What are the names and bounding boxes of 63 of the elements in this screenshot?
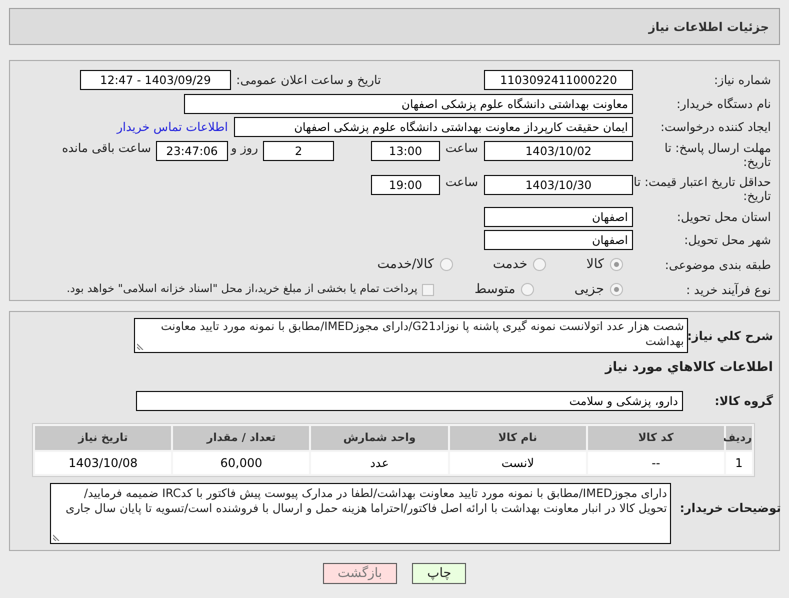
radio-button[interactable] bbox=[440, 258, 453, 271]
treasury-note: پرداخت تمام یا بخشی از مبلغ خرید،از محل "اسناد خزانه اسلامی" خواهد بود. bbox=[66, 281, 418, 298]
description-field[interactable]: شصت هزار عدد اتولانست نمونه گیری پاشنه پا نوزادG21/دارای مجوزIMED/مطابق با نمونه مورد تایید معاونت بهداشت bbox=[134, 318, 688, 353]
radio-button[interactable] bbox=[521, 283, 534, 296]
field-label: گروه کالا: bbox=[714, 394, 773, 408]
field-label: طبقه بندی موضوعی: bbox=[664, 258, 771, 272]
goods-group-field[interactable]: دارو، پزشکی و سلامت bbox=[136, 391, 683, 411]
radio-button[interactable] bbox=[610, 283, 623, 296]
validity-time-field[interactable]: 19:00 bbox=[371, 175, 440, 195]
option-label: جزیی bbox=[574, 280, 604, 299]
option-label: کالا/خدمت bbox=[377, 256, 434, 274]
field-label: حداقل تاریخ اعتبار قیمت: تا تاریخ: bbox=[633, 175, 771, 203]
resize-grip-icon[interactable] bbox=[137, 343, 144, 350]
table-cell: 1 bbox=[726, 452, 752, 474]
buyer-org-field[interactable]: معاونت بهداشتی دانشگاه علوم پزشکی اصفهان bbox=[184, 94, 633, 114]
table-cell: لانست bbox=[450, 452, 586, 474]
buyer-notes-field[interactable]: دارای مجوزIMED/مطابق با نمونه مورد تایید معاونت بهداشت/لطفا در مدارک پیوست پیش فاکتور با کدIRC ضمیمه فرمایید/ تحویل کالا در انبار معاونت بهداشت با ارائه اصل فاکتور/احتراما هزینه حمل و ارسال با فروشنده است/تسویه تا پایان سال جاری bbox=[50, 483, 671, 544]
field-label: ایجاد کننده درخواست: bbox=[659, 120, 771, 134]
print-button[interactable]: چاپ bbox=[412, 563, 466, 584]
field-label: استان محل تحویل: bbox=[676, 210, 771, 224]
province-field[interactable]: اصفهان bbox=[484, 206, 633, 226]
field-label: توضیحات خریدار: bbox=[678, 501, 781, 515]
column-header: کد کالا bbox=[588, 426, 724, 450]
field-label: نام دستگاه خریدار: bbox=[676, 96, 771, 110]
field-label: ساعت bbox=[444, 175, 479, 189]
buyer-contact-link[interactable]: اطلاعات تماس خریدار bbox=[116, 118, 228, 136]
checkbox[interactable] bbox=[422, 284, 434, 296]
radio-button[interactable] bbox=[610, 258, 623, 271]
section-title: اطلاعات كالاهاي مورد نياز bbox=[604, 359, 773, 377]
field-label: شرح کلي نياز: bbox=[688, 328, 773, 342]
resize-grip-icon[interactable] bbox=[53, 534, 60, 541]
table-cell: عدد bbox=[311, 452, 448, 474]
announce-date-field[interactable]: 1403/09/29 - 12:47 bbox=[80, 70, 231, 90]
field-label: ساعت bbox=[444, 141, 479, 155]
radio-button[interactable] bbox=[533, 258, 546, 271]
page-title: جزئیات اطلاعات نیاز bbox=[648, 18, 769, 36]
field-label: مهلت ارسال پاسخ: تا تاریخ: bbox=[663, 141, 771, 169]
option-label: متوسط bbox=[474, 280, 516, 299]
table-cell: 60,000 bbox=[173, 452, 310, 474]
table-cell: -- bbox=[588, 452, 724, 474]
column-header: نام کالا bbox=[450, 426, 586, 450]
days-field[interactable]: 2 bbox=[263, 141, 334, 161]
table-cell: 1403/10/08 bbox=[34, 452, 172, 474]
response-date-field[interactable]: 1403/10/02 bbox=[484, 141, 633, 161]
back-button[interactable]: بازگشت bbox=[322, 563, 398, 584]
column-header: تعداد / مقدار bbox=[173, 426, 310, 450]
field-label: شهر محل تحویل: bbox=[683, 232, 771, 246]
field-label: شماره نیاز: bbox=[713, 72, 771, 86]
remaining-time-field[interactable]: 23:47:06 bbox=[156, 141, 228, 161]
option-label: خدمت bbox=[492, 256, 528, 274]
validity-date-field[interactable]: 1403/10/30 bbox=[484, 175, 633, 195]
field-label: تاریخ و ساعت اعلان عمومی: bbox=[235, 72, 381, 86]
column-header: ردیف bbox=[726, 426, 752, 450]
field-label: نوع فرآیند خرید : bbox=[685, 282, 771, 296]
column-header: واحد شمارش bbox=[311, 426, 448, 450]
field-label: ساعت باقی مانده bbox=[62, 141, 152, 155]
response-time-field[interactable]: 13:00 bbox=[371, 141, 440, 161]
city-field[interactable]: اصفهان bbox=[484, 230, 633, 250]
requester-field[interactable]: ایمان حقیقت کارپرداز معاونت بهداشتی دانشگاه علوم پزشکی اصفهان bbox=[234, 116, 633, 136]
option-label: کالا bbox=[586, 256, 604, 274]
field-label: روز و bbox=[230, 141, 259, 155]
column-header: تاریخ نیاز bbox=[34, 426, 172, 450]
need-number-field[interactable]: 1103092411000220 bbox=[484, 70, 633, 90]
